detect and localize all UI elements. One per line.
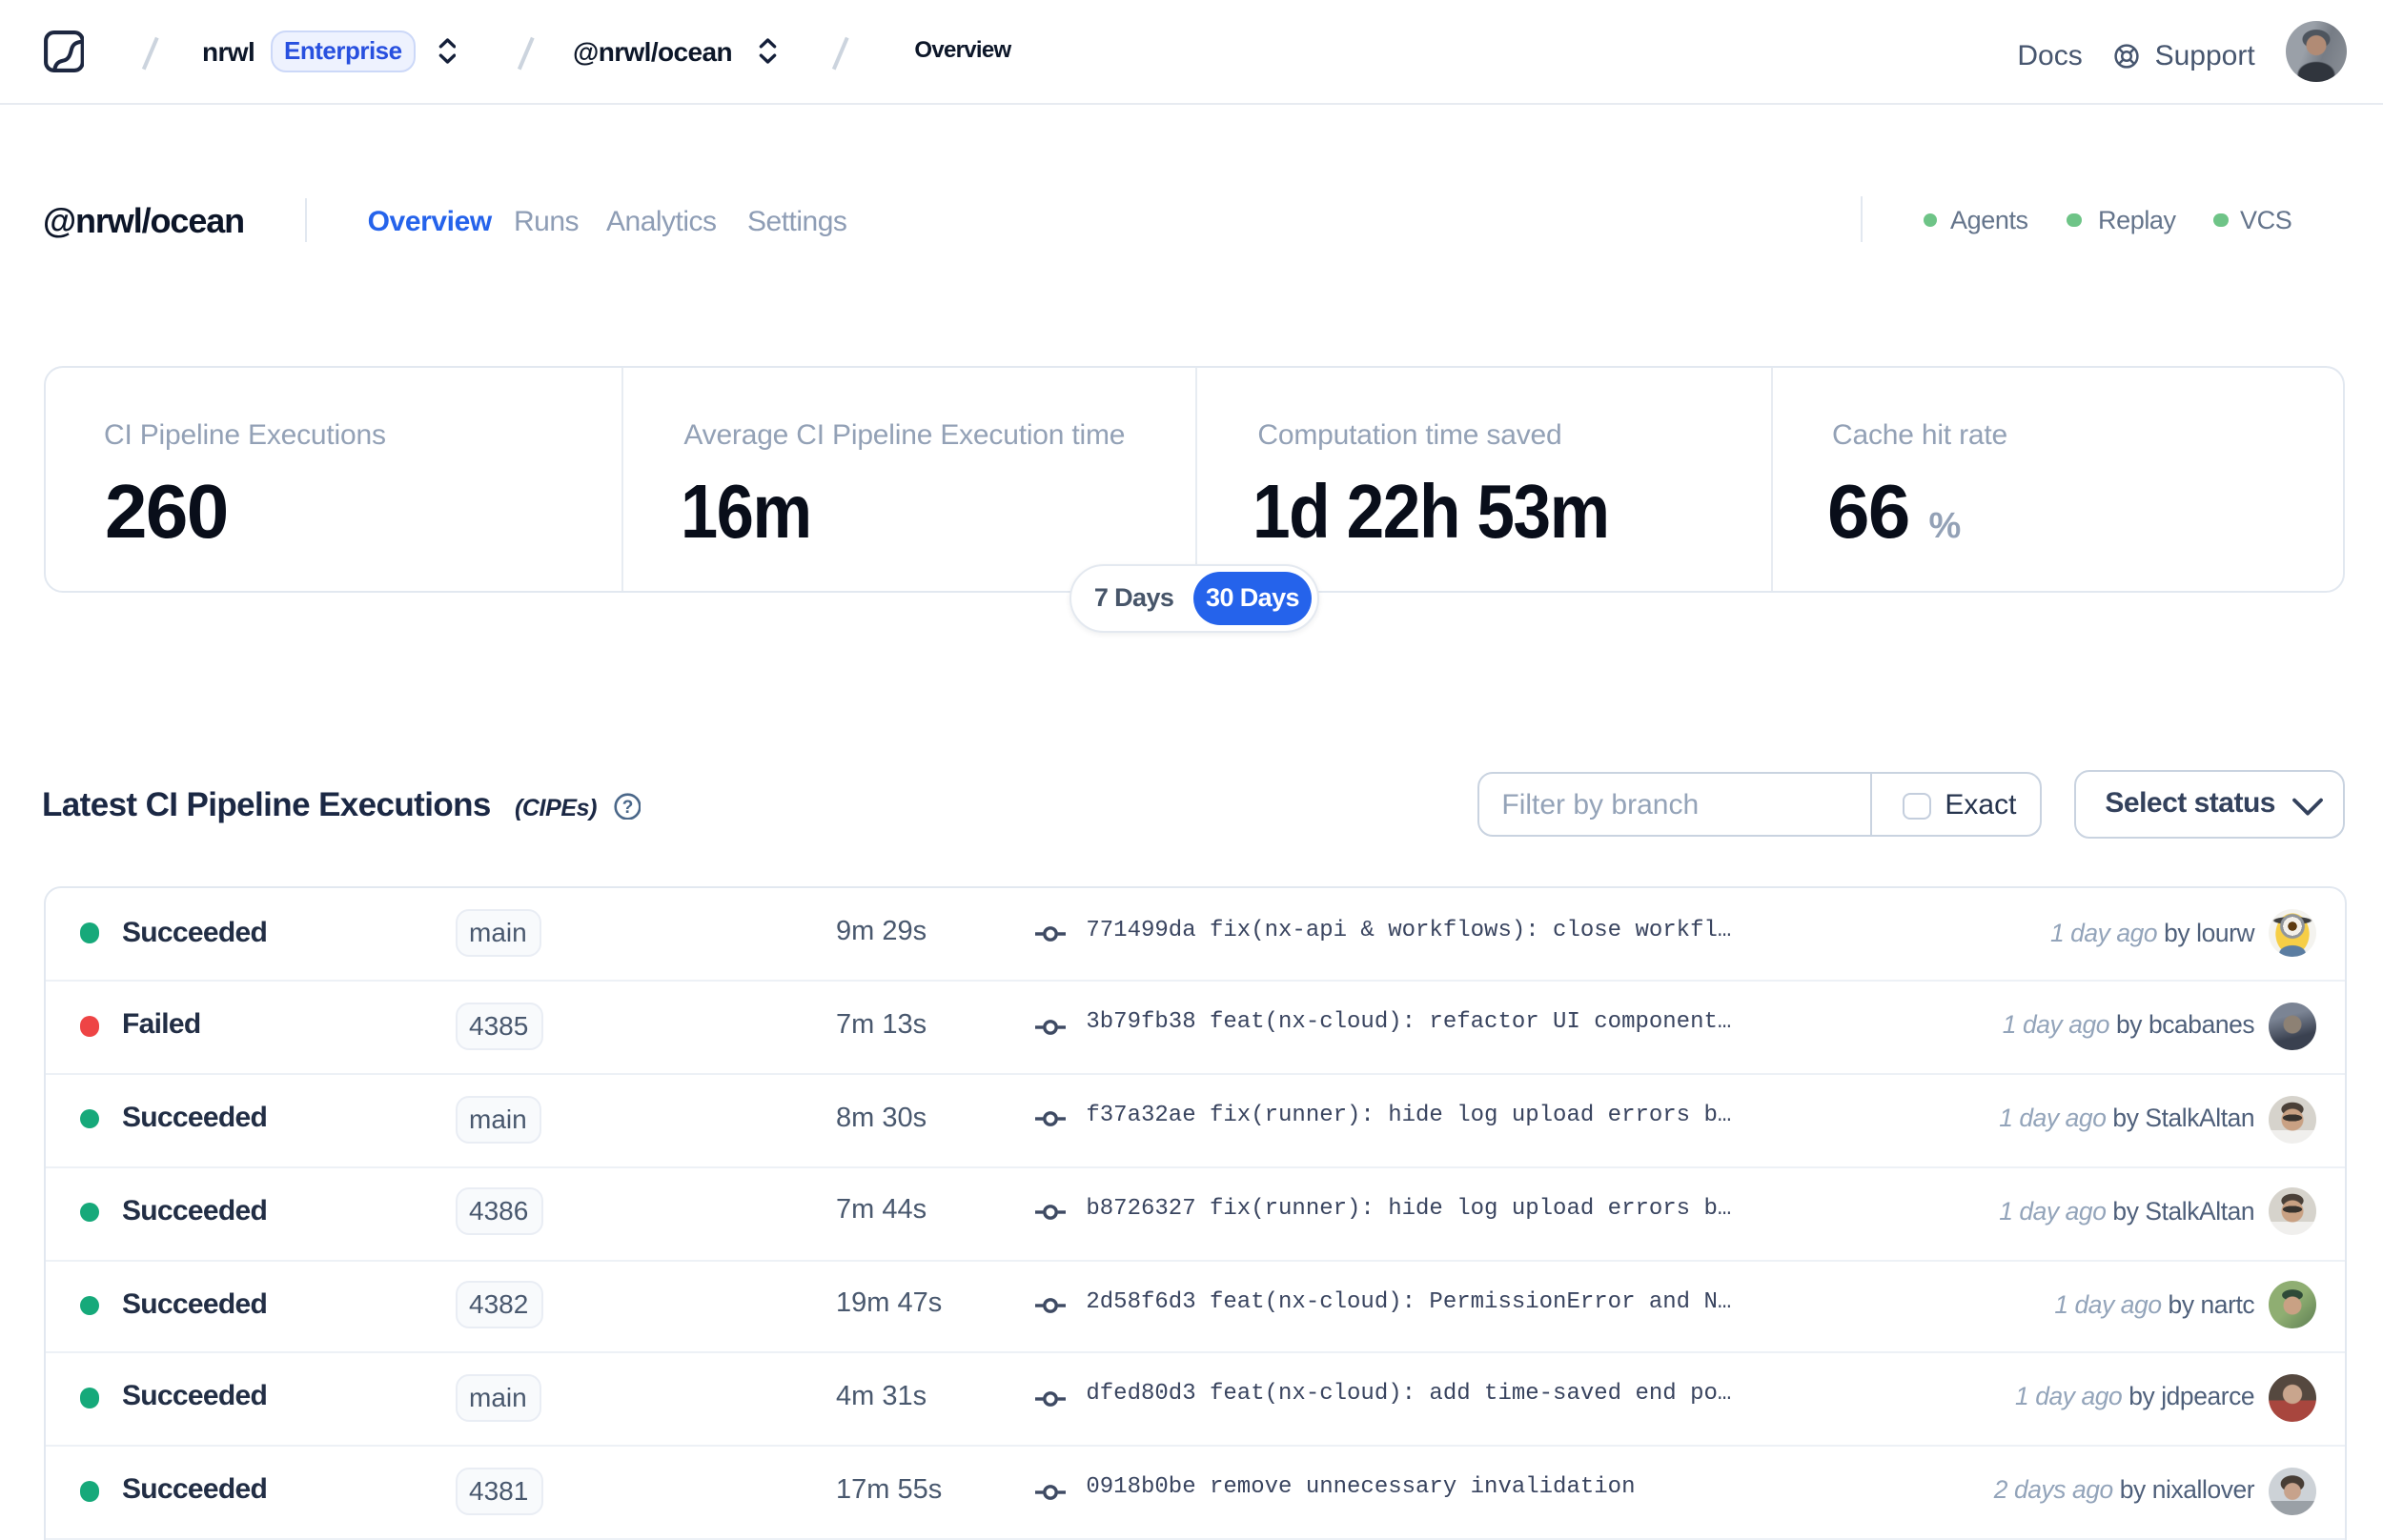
svg-text:?: ?	[621, 797, 633, 817]
